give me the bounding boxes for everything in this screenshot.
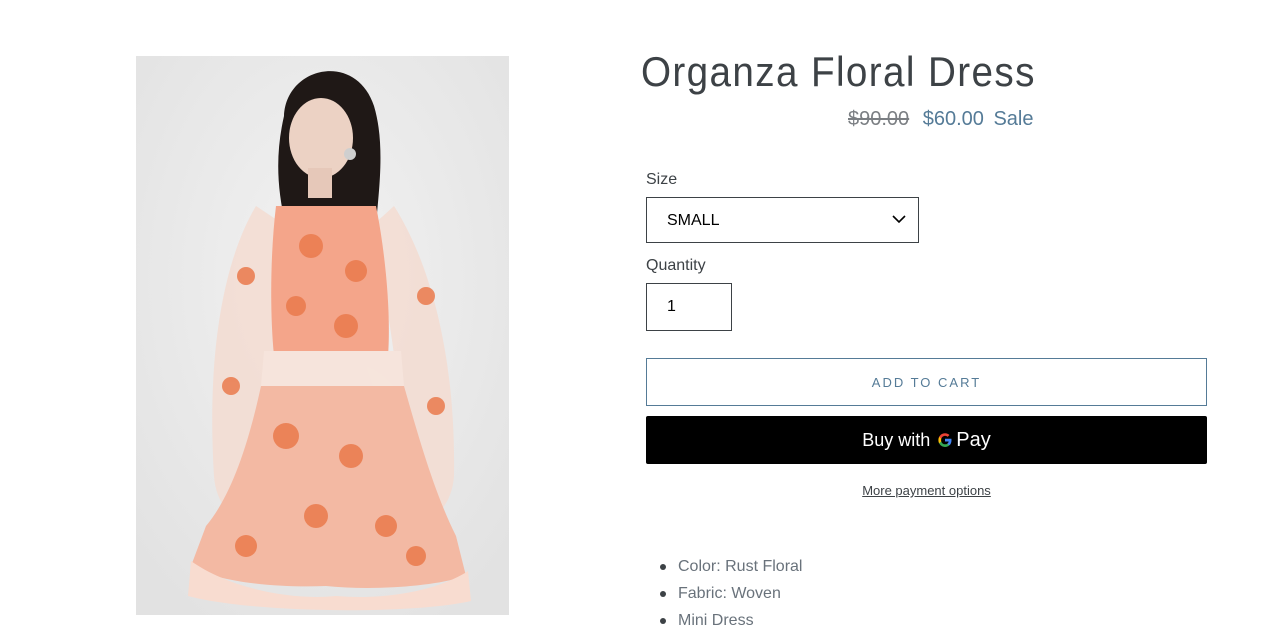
price-block: $90.00 $60.00 Sale	[848, 108, 1034, 131]
product-title: Organza Floral Dress	[641, 48, 1036, 95]
original-price: $90.00	[848, 108, 910, 130]
product-details-list: Color: Rust Floral Fabric: Woven Mini Dr…	[660, 556, 802, 637]
quantity-input[interactable]: 1	[646, 283, 732, 331]
add-to-cart-button[interactable]: ADD TO CART	[646, 358, 1207, 406]
dress-photo	[136, 56, 509, 615]
sale-price: $60.00	[922, 108, 984, 130]
quantity-value: 1	[667, 298, 676, 315]
google-pay-button[interactable]: Buy with Pay	[646, 416, 1207, 464]
size-selected-value: SMALL	[667, 212, 720, 229]
google-g-icon	[938, 433, 952, 447]
more-payment-options-link[interactable]: More payment options	[646, 483, 1207, 498]
list-item: Fabric: Woven	[660, 583, 802, 610]
add-to-cart-label: ADD TO CART	[871, 374, 982, 390]
gpay-buy-label: Buy with	[862, 429, 931, 450]
sale-label: Sale	[993, 108, 1034, 130]
gpay-pay-label: Pay	[956, 428, 991, 451]
size-select[interactable]: SMALL	[646, 197, 919, 243]
quantity-label: Quantity	[646, 257, 706, 274]
size-label: Size	[646, 171, 678, 188]
list-item: Color: Rust Floral	[660, 556, 802, 583]
chevron-down-icon	[892, 215, 906, 224]
product-image[interactable]	[136, 56, 509, 615]
